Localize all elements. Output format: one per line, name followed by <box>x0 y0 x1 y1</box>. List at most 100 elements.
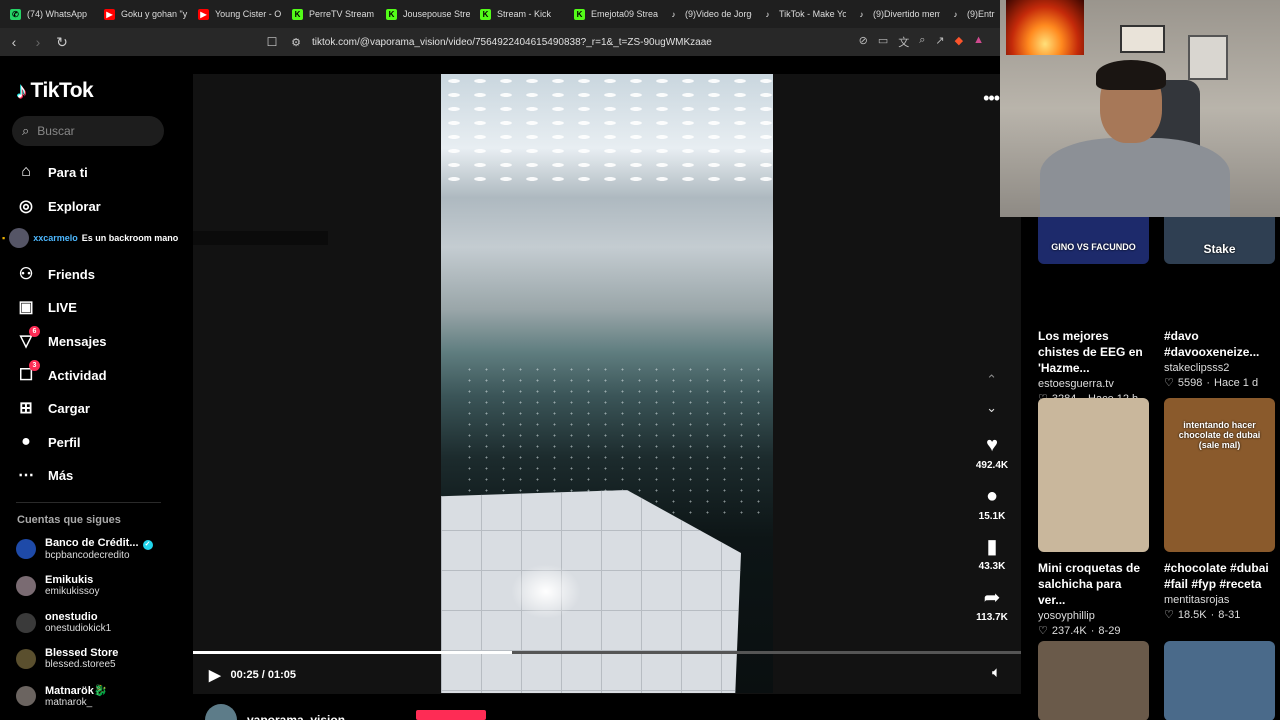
bookmark-icon[interactable]: ☐ <box>262 32 282 52</box>
url-text[interactable]: tiktok.com/@vaporama_vision/video/756492… <box>312 37 712 48</box>
nav-item-upload[interactable]: ⊞ Cargar <box>16 396 90 420</box>
cast-icon[interactable]: ▭ <box>878 34 888 50</box>
browser-tab[interactable]: ♪ (9)Video de Jorge <box>658 0 753 28</box>
share-action[interactable]: ➦ 113.7K <box>967 586 1017 624</box>
video-thumbnail[interactable] <box>1038 641 1149 720</box>
reload-icon[interactable]: ↻ <box>52 32 72 52</box>
nav-item-profile[interactable]: ● Perfil <box>16 430 80 454</box>
zoom-icon[interactable]: ⌕ <box>919 34 925 50</box>
nav-item-friends[interactable]: ⚇ Friends <box>16 262 95 286</box>
more-options-icon[interactable]: ••• <box>983 88 1000 109</box>
recommended-video-card[interactable]: Stake #davo #davooxeneize... stakeclipsss2… <box>1164 217 1275 389</box>
recommended-video-card[interactable]: Mini croquetas de salchicha para ver... y… <box>1038 398 1149 637</box>
comment-action[interactable]: ● 15.1K <box>967 485 1017 523</box>
video-author[interactable]: estoesguerra.tv <box>1038 378 1149 390</box>
nav-item-messages[interactable]: ▽ 6 Mensajes <box>16 326 107 353</box>
video-player[interactable] <box>441 74 773 693</box>
brave-rewards-icon[interactable]: ▲ <box>973 34 984 50</box>
nav-label: Mensajes <box>48 333 107 349</box>
webcam-overlay <box>1000 0 1280 217</box>
account-text: Matnarök🐉 matnarok_ <box>45 684 108 708</box>
author-strip[interactable]: vaporama_vision <box>205 704 345 720</box>
like-action[interactable]: ♥ 492.4K <box>967 434 1017 472</box>
video-author[interactable]: stakeclipsss2 <box>1164 362 1275 374</box>
search-box[interactable]: ⌕ <box>12 116 164 146</box>
video-progress-bar[interactable] <box>193 651 1021 654</box>
tiktok-logo[interactable]: ♪ TikTok <box>16 78 94 104</box>
browser-tab[interactable]: ♪ (9)Divertido mem <box>846 0 941 28</box>
video-title[interactable]: Los mejores chistes de EEG en 'Hazme... <box>1038 328 1149 376</box>
following-account[interactable]: Matnarök🐉 matnarok_ <box>16 684 108 708</box>
play-icon[interactable]: ▶ <box>209 666 221 684</box>
no-tracking-icon[interactable]: ⊘ <box>859 34 868 50</box>
following-account[interactable]: Banco de Crédit... ✓ bcpbancodecredito <box>16 537 153 561</box>
nav-item-more[interactable]: ⋯ Más <box>16 463 73 487</box>
forward-icon[interactable]: › <box>28 32 48 52</box>
browser-tab[interactable]: K Jousepouse Strea <box>376 0 470 28</box>
browser-tab[interactable]: ▶ Goku y gohan "y <box>94 0 188 28</box>
translate-icon[interactable]: 文 <box>898 34 909 50</box>
playback-controls: ▶ 00:25 / 01:05 <box>209 666 296 684</box>
account-name: Matnarök🐉 <box>45 684 108 697</box>
share-arrow-icon[interactable]: ➦ <box>984 586 1001 609</box>
tab-label: (9)Divertido mem <box>873 9 940 19</box>
account-handle: bcpbancodecredito <box>45 550 130 561</box>
nav-item-activity[interactable]: ☐ 3 Actividad <box>16 360 107 387</box>
brave-shield-icon[interactable]: ◆ <box>955 34 963 50</box>
browser-tab[interactable]: ♪ (9)Entr <box>940 0 1000 28</box>
following-account[interactable]: Emikukis emikukissoy <box>16 574 99 597</box>
author-avatar[interactable] <box>205 704 237 720</box>
browser-tab[interactable]: K Stream - Kick <box>470 0 564 28</box>
video-thumbnail[interactable]: intentando hacer chocolate de dubai (sal… <box>1164 398 1275 552</box>
browser-tab[interactable]: K Emejota09 Stream <box>564 0 658 28</box>
browser-tab[interactable]: ♪ TikTok - Make Yo <box>752 0 847 28</box>
nav-item-live[interactable]: ▣ LIVE <box>16 295 76 319</box>
recommended-video-card[interactable]: intentando hacer chocolate de dubai (sal… <box>1164 398 1275 621</box>
video-author[interactable]: mentitasrojas <box>1164 594 1275 606</box>
following-account[interactable]: onestudio onestudiokick1 <box>16 611 111 634</box>
stream-notice-text: Es un backroom mano <box>81 233 179 243</box>
tiktok-icon: ♪ <box>671 9 676 19</box>
bookmark-icon[interactable]: ▮ <box>986 535 997 558</box>
account-handle: blessed.storee5 <box>45 659 116 670</box>
browser-tab[interactable]: ✆ (74) WhatsApp <box>0 0 94 28</box>
site-settings-icon[interactable]: ⚙ <box>286 32 306 52</box>
video-thumbnail[interactable]: Stake <box>1164 217 1275 264</box>
heart-icon[interactable]: ♥ <box>986 434 998 456</box>
posted-time: 8-29 <box>1098 624 1121 637</box>
volume-icon[interactable]: 🔈︎ <box>992 664 1001 681</box>
following-title: Cuentas que sigues <box>17 514 121 526</box>
video-author[interactable]: yosoyphillip <box>1038 610 1149 622</box>
author-name[interactable]: vaporama_vision <box>247 713 345 720</box>
notification-badge: 6 <box>29 326 40 337</box>
video-stage: ••• ⌃ ⌄ ♥ 492.4K ● 15.1K ▮ 43.3K ➦ 113.7… <box>193 74 1021 694</box>
live-icon: ▣ <box>18 299 34 316</box>
browser-tab[interactable]: ▶ Young Cister - O <box>188 0 282 28</box>
like-count: 5598 <box>1177 376 1203 389</box>
account-text: onestudio onestudiokick1 <box>45 611 111 634</box>
search-input[interactable] <box>37 124 148 138</box>
tab-label: Emejota09 Stream <box>591 9 658 19</box>
following-account[interactable]: Blessed Store blessed.storee5 <box>16 647 118 670</box>
next-video-icon[interactable]: ⌄ <box>986 400 997 416</box>
previous-video-icon[interactable]: ⌃ <box>986 372 997 388</box>
follow-button[interactable] <box>416 710 486 720</box>
video-title[interactable]: #chocolate #dubai #fail #fyp #receta <box>1164 560 1275 592</box>
nav-item-home[interactable]: ⌂ Para ti <box>16 160 88 184</box>
video-thumbnail[interactable]: GINO VS FACUNDO <box>1038 217 1149 264</box>
share-icon[interactable]: ↗ <box>935 34 944 50</box>
recommended-video-card[interactable]: GINO VS FACUNDO Los mejores chistes de EE… <box>1038 217 1149 405</box>
save-action[interactable]: ▮ 43.3K <box>967 535 1017 573</box>
notification-badge: 3 <box>29 360 40 371</box>
video-title[interactable]: #davo #davooxeneize... <box>1164 328 1275 360</box>
video-title[interactable]: Mini croquetas de salchicha para ver... <box>1038 560 1149 608</box>
video-tile-floor <box>441 490 741 693</box>
nav-item-compass[interactable]: ◎ Explorar <box>16 194 101 218</box>
video-thumbnail[interactable] <box>1038 398 1149 552</box>
comment-icon[interactable]: ● <box>986 485 998 507</box>
heart-outline-icon: ♡ <box>1038 625 1048 637</box>
back-icon[interactable]: ‹ <box>4 32 24 52</box>
browser-tab[interactable]: K PerreTV Stream <box>282 0 376 28</box>
tab-label: (9)Entr <box>967 9 995 19</box>
video-thumbnail[interactable] <box>1164 641 1275 720</box>
